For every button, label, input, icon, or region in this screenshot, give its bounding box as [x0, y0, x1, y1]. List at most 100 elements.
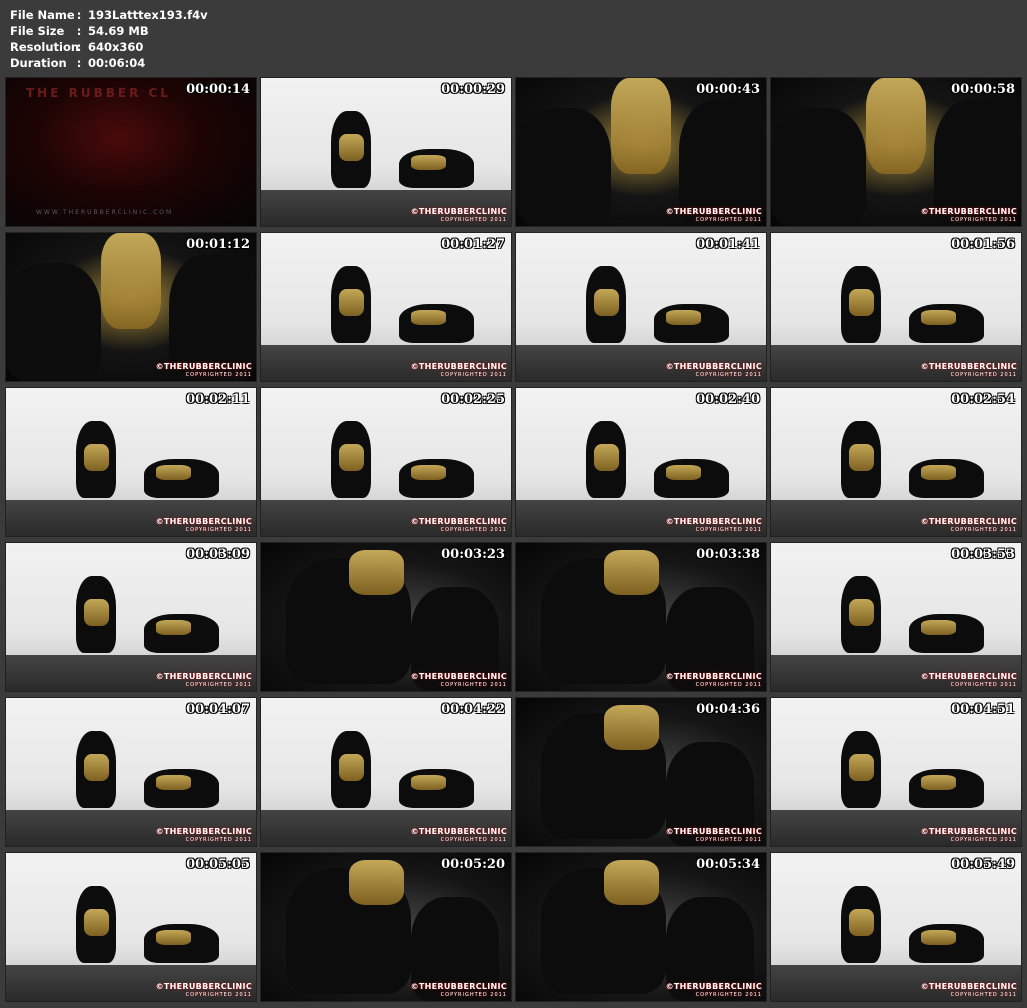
frame-image — [516, 698, 766, 846]
watermark: ©THERUBBERCLINIC COPYRIGHTED 2011 — [921, 208, 1017, 224]
watermark: ©THERUBBERCLINIC COPYRIGHTED 2011 — [411, 828, 507, 844]
timestamp: 00:02:40 — [696, 392, 760, 407]
watermark-copyright: COPYRIGHTED 2011 — [950, 682, 1017, 688]
watermark-copyright: COPYRIGHTED 2011 — [440, 527, 507, 533]
thumbnail-frame: ©THERUBBERCLINIC COPYRIGHTED 2011 00:05:49 — [770, 852, 1022, 1002]
timestamp: 00:03:38 — [696, 547, 760, 562]
gold-garment-shape — [593, 444, 619, 471]
thumbnail-frame: ©THERUBBERCLINIC COPYRIGHTED 2011 00:05:34 — [515, 852, 767, 1002]
thumbnail-frame: ©THERUBBERCLINIC COPYRIGHTED 2011 00:03:09 — [5, 542, 257, 692]
resolution-value: 640x360 — [88, 40, 144, 54]
timestamp: 00:03:09 — [186, 547, 250, 562]
gold-garment-shape — [156, 929, 191, 945]
watermark-brand: ©THERUBBERCLINIC — [920, 207, 1017, 216]
watermark-brand: ©THERUBBERCLINIC — [155, 982, 252, 991]
timestamp: 00:05:20 — [441, 857, 505, 872]
timestamp: 00:01:12 — [186, 237, 250, 252]
gold-garment-shape — [848, 909, 874, 936]
gold-garment-shape — [338, 754, 364, 781]
thumbnail-frame: ©THERUBBERCLINIC COPYRIGHTED 2011 00:04:07 — [5, 697, 257, 847]
watermark-brand: ©THERUBBERCLINIC — [665, 362, 762, 371]
timestamp: 00:05:49 — [951, 857, 1015, 872]
file-name-separator: : — [76, 8, 82, 22]
watermark-copyright: COPYRIGHTED 2011 — [695, 372, 762, 378]
watermark: ©THERUBBERCLINIC COPYRIGHTED 2011 — [921, 983, 1017, 999]
thumbnail-frame: ©THERUBBERCLINIC COPYRIGHTED 2011 00:01:12 — [5, 232, 257, 382]
watermark-brand: ©THERUBBERCLINIC — [155, 362, 252, 371]
watermark-brand: ©THERUBBERCLINIC — [410, 207, 507, 216]
thumbnail-frame: ©THERUBBERCLINIC COPYRIGHTED 2011 00:00:43 — [515, 77, 767, 227]
duration-value: 00:06:04 — [88, 56, 146, 70]
gold-garment-shape — [848, 444, 874, 471]
watermark: ©THERUBBERCLINIC COPYRIGHTED 2011 — [411, 518, 507, 534]
watermark-copyright: COPYRIGHTED 2011 — [440, 837, 507, 843]
gold-garment-shape — [411, 774, 446, 790]
duration-separator: : — [76, 56, 82, 70]
frame-image — [261, 233, 511, 381]
frame-image — [6, 543, 256, 691]
watermark-brand: ©THERUBBERCLINIC — [665, 827, 762, 836]
watermark-brand: ©THERUBBERCLINIC — [410, 982, 507, 991]
watermark-copyright: COPYRIGHTED 2011 — [695, 217, 762, 223]
gold-garment-shape — [666, 464, 701, 480]
frame-image — [261, 698, 511, 846]
thumbnail-frame: ©THERUBBERCLINIC COPYRIGHTED 2011 00:00:29 — [260, 77, 512, 227]
frame-image — [6, 853, 256, 1001]
watermark-brand: ©THERUBBERCLINIC — [665, 207, 762, 216]
gold-garment-shape — [411, 309, 446, 325]
gold-garment-shape — [101, 233, 161, 330]
watermark: ©THERUBBERCLINIC COPYRIGHTED 2011 — [666, 983, 762, 999]
watermark-brand: ©THERUBBERCLINIC — [920, 982, 1017, 991]
watermark-brand: ©THERUBBERCLINIC — [155, 827, 252, 836]
gold-garment-shape — [348, 860, 404, 905]
watermark: ©THERUBBERCLINIC COPYRIGHTED 2011 — [921, 673, 1017, 689]
thumbnail-frame: ©THERUBBERCLINIC COPYRIGHTED 2011 00:05:20 — [260, 852, 512, 1002]
timestamp: 00:04:07 — [186, 702, 250, 717]
frame-image — [261, 78, 511, 226]
watermark-copyright: COPYRIGHTED 2011 — [695, 992, 762, 998]
gold-garment-shape — [83, 754, 109, 781]
file-info-panel: File Name : 193Latttex193.f4v File Size … — [10, 7, 208, 71]
gold-garment-shape — [83, 444, 109, 471]
thumbnail-frame: ©THERUBBERCLINIC COPYRIGHTED 2011 00:00:58 — [770, 77, 1022, 227]
watermark-copyright: COPYRIGHTED 2011 — [950, 372, 1017, 378]
frame-image — [516, 853, 766, 1001]
watermark: ©THERUBBERCLINIC COPYRIGHTED 2011 — [156, 983, 252, 999]
watermark: ©THERUBBERCLINIC COPYRIGHTED 2011 — [666, 208, 762, 224]
watermark: ©THERUBBERCLINIC COPYRIGHTED 2011 — [411, 208, 507, 224]
watermark: ©THERUBBERCLINIC COPYRIGHTED 2011 — [666, 363, 762, 379]
watermark: ©THERUBBERCLINIC COPYRIGHTED 2011 — [921, 518, 1017, 534]
watermark-brand: ©THERUBBERCLINIC — [665, 672, 762, 681]
timestamp: 00:02:11 — [186, 392, 250, 407]
timestamp: 00:05:05 — [186, 857, 250, 872]
gold-garment-shape — [866, 78, 926, 175]
timestamp: 00:00:58 — [951, 82, 1015, 97]
watermark-copyright: COPYRIGHTED 2011 — [185, 682, 252, 688]
frame-image — [771, 543, 1021, 691]
duration-row: Duration : 00:06:04 — [10, 55, 208, 71]
thumbnail-frame: ©THERUBBERCLINIC COPYRIGHTED 2011 00:03:38 — [515, 542, 767, 692]
resolution-separator: : — [76, 40, 82, 54]
frame-image — [516, 543, 766, 691]
intro-url: WWW.THERUBBERCLINIC.COM — [36, 209, 174, 216]
watermark-brand: ©THERUBBERCLINIC — [920, 517, 1017, 526]
timestamp: 00:04:22 — [441, 702, 505, 717]
thumbnail-frame: ©THERUBBERCLINIC COPYRIGHTED 2011 00:01:41 — [515, 232, 767, 382]
watermark: ©THERUBBERCLINIC COPYRIGHTED 2011 — [921, 828, 1017, 844]
frame-image — [261, 388, 511, 536]
timestamp: 00:04:51 — [951, 702, 1015, 717]
figure-shape — [6, 262, 101, 381]
watermark-copyright: COPYRIGHTED 2011 — [950, 217, 1017, 223]
thumbnail-frame: ©THERUBBERCLINIC COPYRIGHTED 2011 00:04:22 — [260, 697, 512, 847]
frame-image — [771, 78, 1021, 226]
watermark: ©THERUBBERCLINIC COPYRIGHTED 2011 — [921, 363, 1017, 379]
watermark: ©THERUBBERCLINIC COPYRIGHTED 2011 — [156, 828, 252, 844]
file-name-label: File Name — [10, 8, 75, 22]
watermark-brand: ©THERUBBERCLINIC — [410, 517, 507, 526]
timestamp: 00:00:43 — [696, 82, 760, 97]
watermark-brand: ©THERUBBERCLINIC — [920, 827, 1017, 836]
watermark: ©THERUBBERCLINIC COPYRIGHTED 2011 — [411, 363, 507, 379]
gold-garment-shape — [921, 774, 956, 790]
watermark-brand: ©THERUBBERCLINIC — [155, 517, 252, 526]
thumbnail-frame: ©THERUBBERCLINIC COPYRIGHTED 2011 00:03:53 — [770, 542, 1022, 692]
